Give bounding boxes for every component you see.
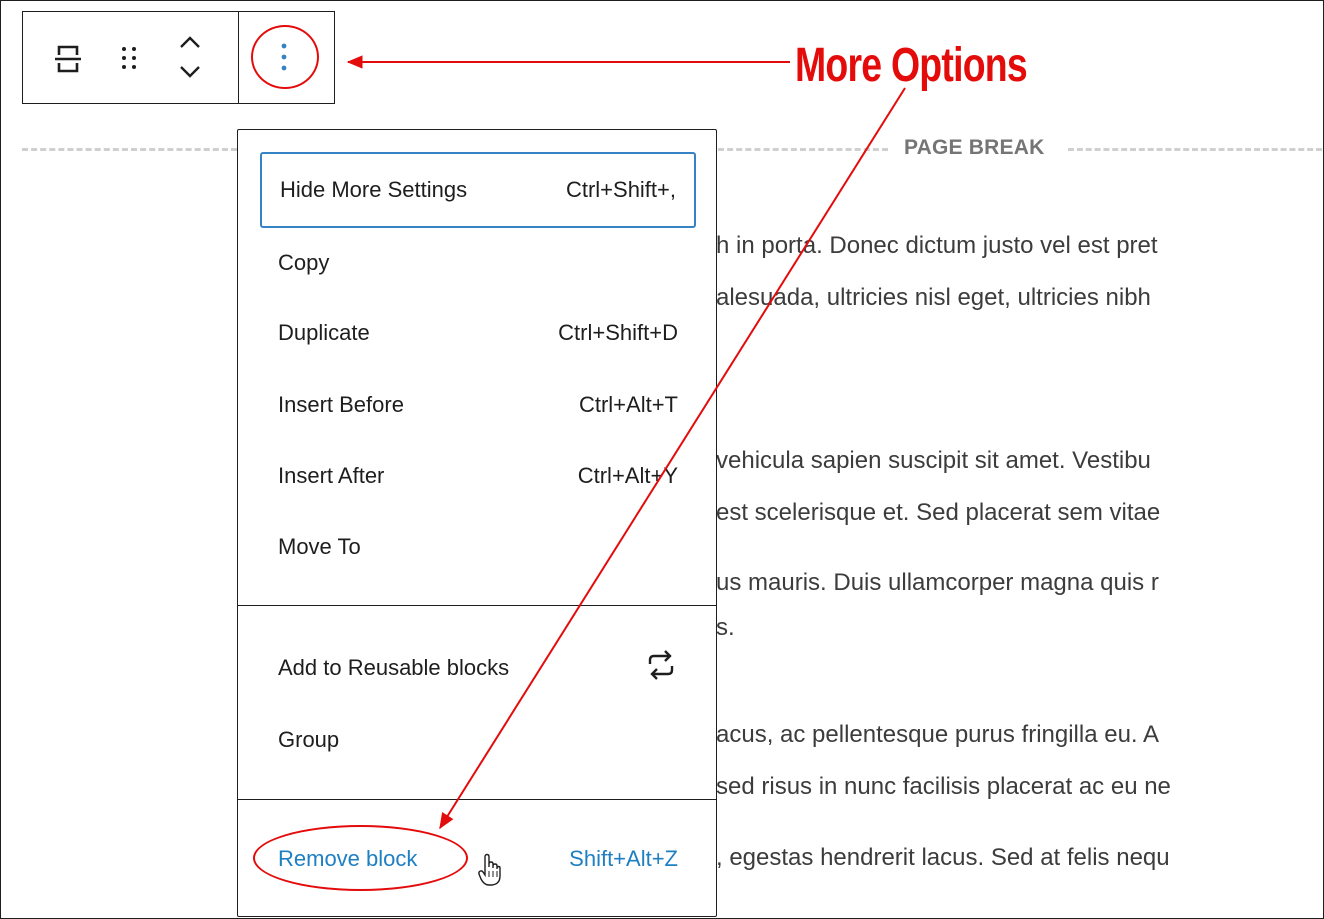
annotation-callout-label: More Options (795, 39, 1028, 92)
annotation-arrows (346, 55, 906, 830)
callout-arrow-to-remove (439, 87, 906, 830)
